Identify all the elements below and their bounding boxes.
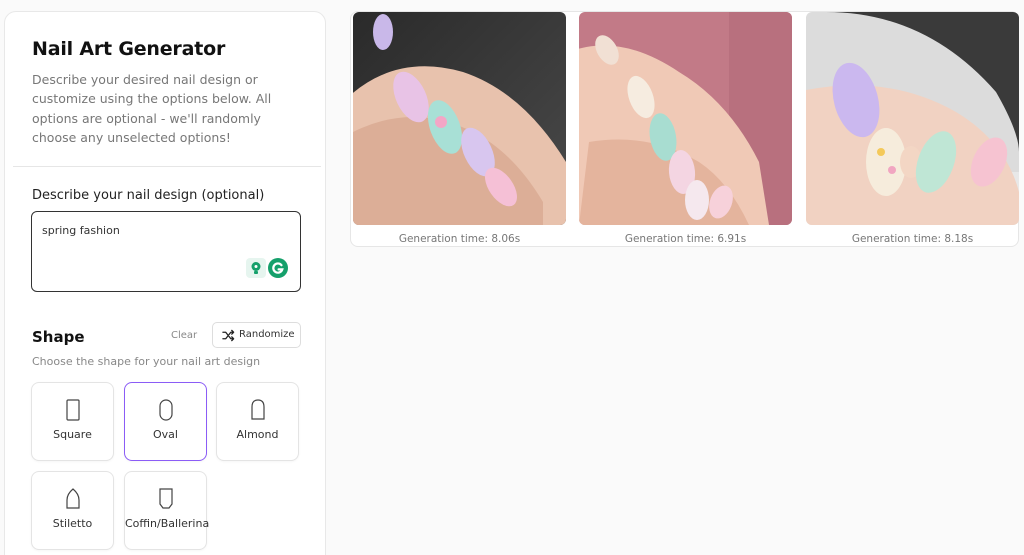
randomize-label: Randomize xyxy=(239,329,295,340)
shape-option-label: Oval xyxy=(153,428,178,441)
coffin-nail-icon xyxy=(159,488,173,509)
generation-time: Generation time: 8.06s xyxy=(398,233,521,245)
shape-option-label: Square xyxy=(53,428,92,441)
shape-option-label: Stiletto xyxy=(52,517,93,530)
generated-image[interactable] xyxy=(806,12,1019,225)
shape-title: Shape xyxy=(32,328,85,346)
divider xyxy=(13,166,321,167)
results-strip: Generation time: 8.06s Generation time: … xyxy=(350,11,1019,247)
oval-nail-icon xyxy=(159,399,173,421)
lightbulb-icon[interactable] xyxy=(246,258,266,278)
generation-time: Generation time: 8.18s xyxy=(851,233,974,245)
clear-button[interactable]: Clear xyxy=(171,330,197,341)
square-nail-icon xyxy=(66,399,80,421)
stiletto-nail-icon xyxy=(66,488,80,509)
shape-option-coffin[interactable]: Coffin/Ballerina xyxy=(124,471,210,550)
design-input[interactable]: spring fashion xyxy=(31,211,301,292)
generated-image[interactable] xyxy=(353,12,566,225)
shape-option-label: Almond xyxy=(236,428,279,441)
almond-nail-icon xyxy=(251,399,265,420)
design-input-value: spring fashion xyxy=(42,224,120,237)
shape-subtitle: Choose the shape for your nail art desig… xyxy=(32,355,261,368)
shape-option-label: Coffin/Ballerina xyxy=(125,517,210,530)
design-label: Describe your nail design (optional) xyxy=(32,188,265,203)
shape-option-square[interactable]: Square xyxy=(31,382,114,461)
options-panel: Nail Art Generator Describe your desired… xyxy=(4,11,326,555)
randomize-button[interactable]: Randomize xyxy=(212,322,301,348)
shuffle-icon xyxy=(222,329,235,342)
grammarly-icon[interactable] xyxy=(268,258,288,278)
generation-time: Generation time: 6.91s xyxy=(624,233,747,245)
shape-option-almond[interactable]: Almond xyxy=(216,382,299,461)
shape-option-stiletto[interactable]: Stiletto xyxy=(31,471,114,550)
shape-option-oval[interactable]: Oval xyxy=(124,382,207,461)
page-title: Nail Art Generator xyxy=(32,38,226,60)
generated-image[interactable] xyxy=(579,12,792,225)
panel-description: Describe your desired nail design or cus… xyxy=(32,72,272,145)
